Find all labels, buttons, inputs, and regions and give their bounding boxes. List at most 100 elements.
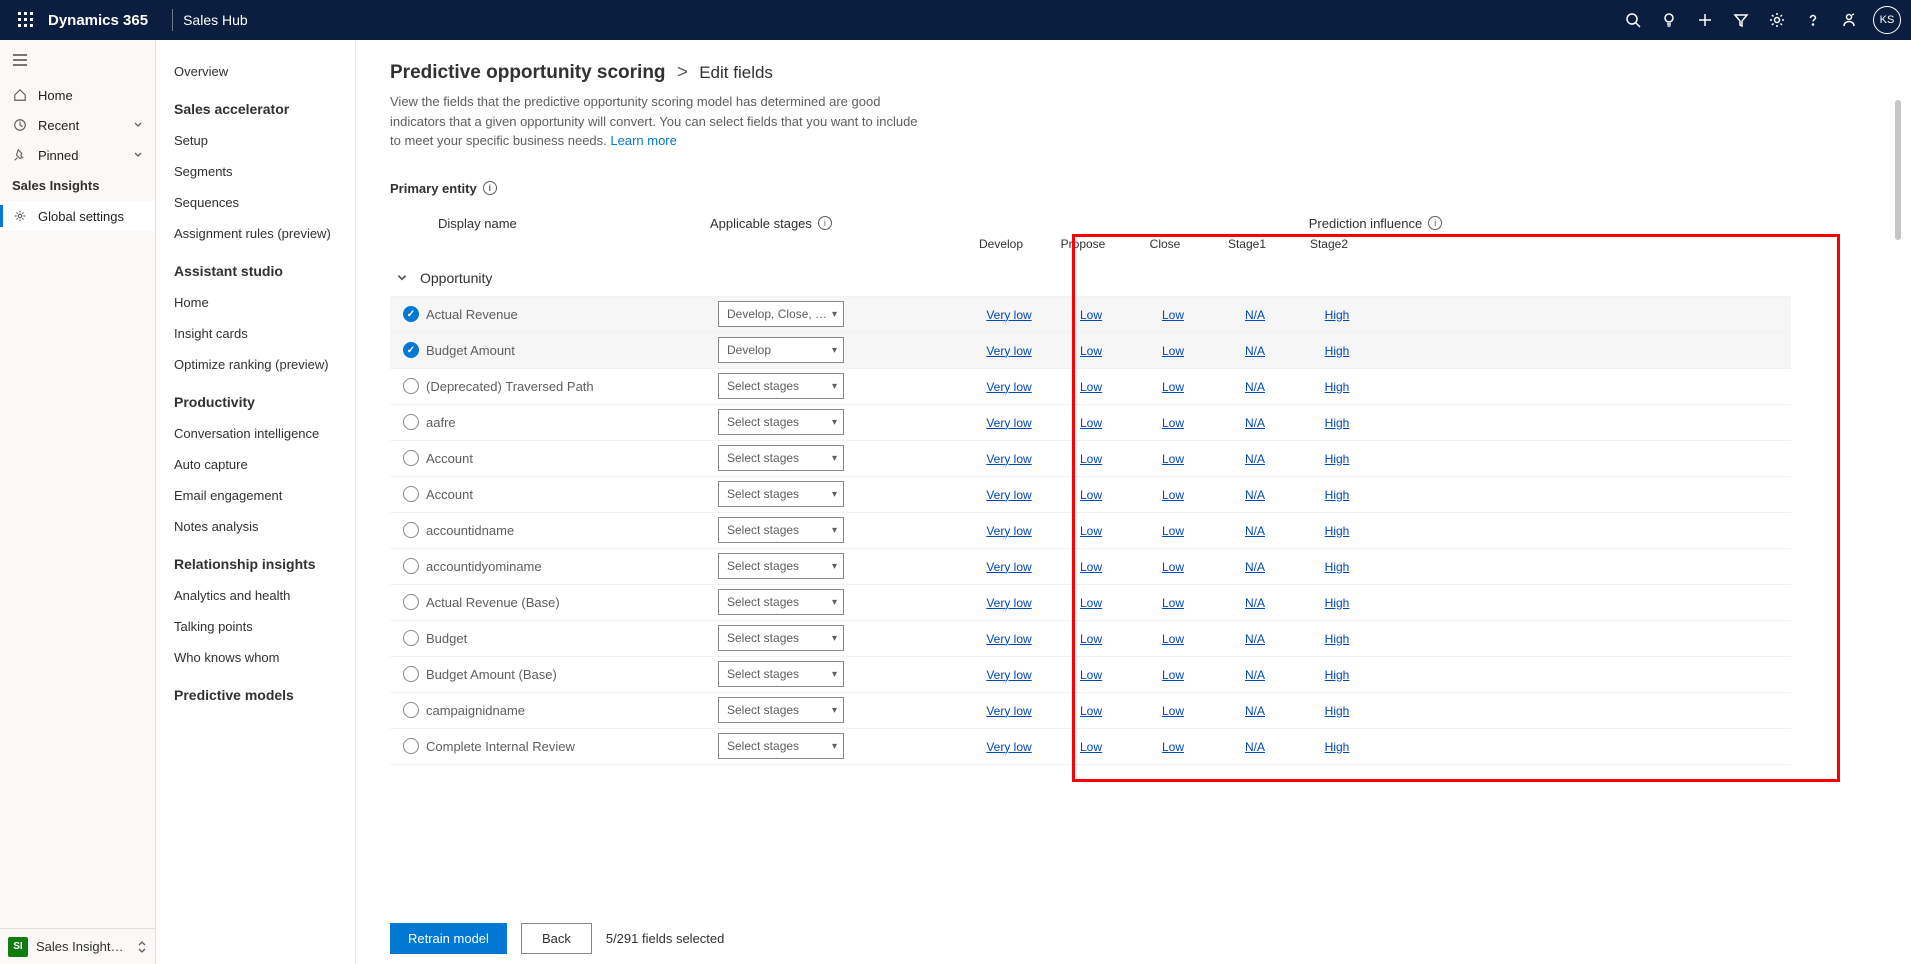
- influence-link[interactable]: Very low: [986, 380, 1031, 394]
- nav2-segments[interactable]: Segments: [156, 156, 355, 187]
- influence-link[interactable]: N/A: [1245, 560, 1265, 574]
- stage-select[interactable]: Select stages▾: [718, 553, 844, 579]
- nav2-email-eng[interactable]: Email engagement: [156, 480, 355, 511]
- nav2-insight-cards[interactable]: Insight cards: [156, 318, 355, 349]
- influence-link[interactable]: N/A: [1245, 704, 1265, 718]
- influence-link[interactable]: High: [1325, 560, 1350, 574]
- checkbox-unchecked[interactable]: [403, 486, 419, 502]
- help-icon[interactable]: [1795, 0, 1831, 40]
- influence-link[interactable]: Low: [1162, 524, 1184, 538]
- nav-recent[interactable]: Recent: [0, 110, 155, 140]
- stage-select[interactable]: Select stages▾: [718, 697, 844, 723]
- checkbox-unchecked[interactable]: [403, 450, 419, 466]
- checkbox-unchecked[interactable]: [403, 558, 419, 574]
- influence-link[interactable]: Low: [1080, 596, 1102, 610]
- stage-select[interactable]: Develop▾: [718, 337, 844, 363]
- checkbox-unchecked[interactable]: [403, 630, 419, 646]
- influence-link[interactable]: Low: [1162, 560, 1184, 574]
- influence-link[interactable]: Low: [1080, 416, 1102, 430]
- nav2-auto-capture[interactable]: Auto capture: [156, 449, 355, 480]
- nav2-notes[interactable]: Notes analysis: [156, 511, 355, 542]
- nav2-who-knows[interactable]: Who knows whom: [156, 642, 355, 673]
- influence-link[interactable]: Very low: [986, 416, 1031, 430]
- assistant-icon[interactable]: [1831, 0, 1867, 40]
- influence-link[interactable]: Very low: [986, 452, 1031, 466]
- checkbox-unchecked[interactable]: [403, 378, 419, 394]
- nav2-as-home[interactable]: Home: [156, 287, 355, 318]
- influence-link[interactable]: Low: [1162, 668, 1184, 682]
- influence-link[interactable]: Low: [1080, 632, 1102, 646]
- influence-link[interactable]: Very low: [986, 560, 1031, 574]
- influence-link[interactable]: Low: [1080, 380, 1102, 394]
- influence-link[interactable]: Very low: [986, 740, 1031, 754]
- stage-select[interactable]: Select stages▾: [718, 517, 844, 543]
- nav2-assignment[interactable]: Assignment rules (preview): [156, 218, 355, 249]
- checkbox-unchecked[interactable]: [403, 702, 419, 718]
- influence-link[interactable]: Low: [1162, 632, 1184, 646]
- learn-more-link[interactable]: Learn more: [610, 133, 676, 148]
- influence-link[interactable]: Low: [1162, 704, 1184, 718]
- stage-select[interactable]: Select stages▾: [718, 589, 844, 615]
- user-avatar[interactable]: KS: [1873, 6, 1901, 34]
- stage-select[interactable]: Select stages▾: [718, 409, 844, 435]
- brand-label[interactable]: Dynamics 365: [48, 12, 148, 29]
- influence-link[interactable]: High: [1325, 416, 1350, 430]
- influence-link[interactable]: Very low: [986, 344, 1031, 358]
- influence-link[interactable]: N/A: [1245, 668, 1265, 682]
- influence-link[interactable]: N/A: [1245, 488, 1265, 502]
- nav2-setup[interactable]: Setup: [156, 125, 355, 156]
- nav2-conv-intel[interactable]: Conversation intelligence: [156, 418, 355, 449]
- nav-home[interactable]: Home: [0, 80, 155, 110]
- retrain-button[interactable]: Retrain model: [390, 923, 507, 954]
- influence-link[interactable]: Very low: [986, 632, 1031, 646]
- settings-icon[interactable]: [1759, 0, 1795, 40]
- influence-link[interactable]: Low: [1080, 488, 1102, 502]
- influence-link[interactable]: Low: [1080, 524, 1102, 538]
- influence-link[interactable]: N/A: [1245, 740, 1265, 754]
- nav-global-settings[interactable]: Global settings: [0, 201, 155, 231]
- influence-link[interactable]: High: [1325, 740, 1350, 754]
- search-icon[interactable]: [1615, 0, 1651, 40]
- info-icon[interactable]: i: [1428, 216, 1442, 230]
- influence-link[interactable]: Very low: [986, 704, 1031, 718]
- influence-link[interactable]: High: [1325, 596, 1350, 610]
- influence-link[interactable]: Low: [1162, 344, 1184, 358]
- entity-row[interactable]: Opportunity: [390, 261, 1791, 297]
- back-button[interactable]: Back: [521, 923, 592, 954]
- influence-link[interactable]: High: [1325, 308, 1350, 322]
- influence-link[interactable]: N/A: [1245, 452, 1265, 466]
- influence-link[interactable]: N/A: [1245, 632, 1265, 646]
- influence-link[interactable]: High: [1325, 380, 1350, 394]
- nav-pinned[interactable]: Pinned: [0, 140, 155, 170]
- checkbox-checked[interactable]: [403, 306, 419, 322]
- influence-link[interactable]: Low: [1162, 380, 1184, 394]
- influence-link[interactable]: N/A: [1245, 380, 1265, 394]
- add-icon[interactable]: [1687, 0, 1723, 40]
- influence-link[interactable]: High: [1325, 524, 1350, 538]
- app-name[interactable]: Sales Hub: [183, 12, 248, 28]
- stage-select[interactable]: Select stages▾: [718, 481, 844, 507]
- influence-link[interactable]: High: [1325, 344, 1350, 358]
- checkbox-unchecked[interactable]: [403, 594, 419, 610]
- influence-link[interactable]: N/A: [1245, 524, 1265, 538]
- checkbox-unchecked[interactable]: [403, 414, 419, 430]
- influence-link[interactable]: Low: [1162, 488, 1184, 502]
- influence-link[interactable]: Low: [1162, 416, 1184, 430]
- influence-link[interactable]: High: [1325, 632, 1350, 646]
- influence-link[interactable]: Low: [1080, 740, 1102, 754]
- influence-link[interactable]: N/A: [1245, 596, 1265, 610]
- stage-select[interactable]: Select stages▾: [718, 373, 844, 399]
- scrollbar[interactable]: [1895, 100, 1901, 240]
- influence-link[interactable]: Low: [1080, 308, 1102, 322]
- influence-link[interactable]: Low: [1080, 344, 1102, 358]
- influence-link[interactable]: Low: [1162, 596, 1184, 610]
- stage-select[interactable]: Select stages▾: [718, 661, 844, 687]
- checkbox-unchecked[interactable]: [403, 738, 419, 754]
- crumb-parent[interactable]: Predictive opportunity scoring: [390, 62, 666, 83]
- influence-link[interactable]: Low: [1162, 308, 1184, 322]
- influence-link[interactable]: High: [1325, 668, 1350, 682]
- checkbox-checked[interactable]: [403, 342, 419, 358]
- influence-link[interactable]: Low: [1080, 668, 1102, 682]
- stage-select[interactable]: Develop, Close, …▾: [718, 301, 844, 327]
- nav2-optimize[interactable]: Optimize ranking (preview): [156, 349, 355, 380]
